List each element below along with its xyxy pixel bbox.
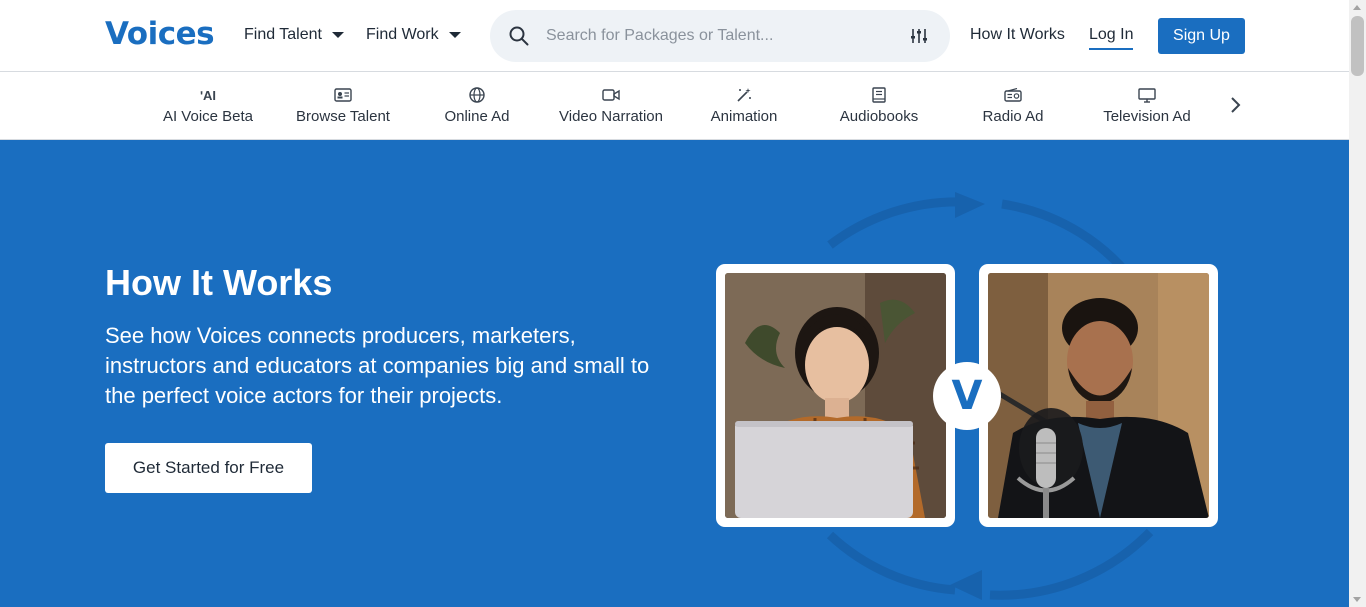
category-television-ad[interactable]: Television Ad xyxy=(1082,86,1212,125)
category-online-ad[interactable]: Online Ad xyxy=(412,86,542,125)
category-animation[interactable]: Animation xyxy=(679,86,809,125)
find-talent-label: Find Talent xyxy=(244,26,322,43)
globe-icon xyxy=(412,86,542,104)
magic-wand-icon xyxy=(679,86,809,104)
search-bar xyxy=(490,10,950,62)
category-label: Online Ad xyxy=(444,108,510,125)
top-nav: Voices Find Talent Find Work Search for … xyxy=(0,0,1349,72)
search-icon[interactable] xyxy=(509,26,529,51)
hero-title: How It Works xyxy=(105,262,333,303)
category-label: Animation xyxy=(710,108,778,125)
producer-photo-card xyxy=(716,264,955,527)
video-camera-icon xyxy=(546,86,676,104)
voices-logo[interactable]: Voices xyxy=(105,16,215,52)
category-label: Browse Talent xyxy=(296,108,390,125)
tv-icon xyxy=(1082,86,1212,104)
how-it-works-link[interactable]: How It Works xyxy=(970,26,1065,44)
category-label: Television Ad xyxy=(1103,108,1191,125)
hero-subtitle: See how Voices connects producers, marke… xyxy=(105,323,650,408)
find-work-dropdown[interactable]: Find Work xyxy=(366,26,461,44)
sign-up-button[interactable]: Sign Up xyxy=(1158,18,1245,54)
log-in-link[interactable]: Log In xyxy=(1089,26,1134,50)
id-card-icon xyxy=(278,86,408,104)
category-label: Audiobooks xyxy=(839,108,919,125)
find-work-label: Find Work xyxy=(366,26,439,43)
category-label: AI Voice Beta xyxy=(162,108,254,125)
vertical-scrollbar[interactable] xyxy=(1349,0,1366,607)
woman-laptop-photo xyxy=(725,273,946,518)
scroll-down-arrow-icon[interactable] xyxy=(1353,597,1361,602)
ai-icon: ʹAI xyxy=(199,87,217,103)
scrollbar-thumb[interactable] xyxy=(1351,16,1364,76)
voice-actor-photo-card xyxy=(979,264,1218,527)
scroll-up-arrow-icon[interactable] xyxy=(1353,5,1361,10)
category-audiobooks[interactable]: Audiobooks xyxy=(814,86,944,125)
find-talent-dropdown[interactable]: Find Talent xyxy=(244,26,344,44)
caret-down-icon xyxy=(448,32,461,38)
category-label: Radio Ad xyxy=(982,108,1044,125)
hero-section: How It Works See how Voices connects pro… xyxy=(0,140,1349,607)
caret-down-icon xyxy=(331,32,344,38)
page: Voices Find Talent Find Work Search for … xyxy=(0,0,1349,607)
category-video-narration[interactable]: Video Narration xyxy=(546,86,676,125)
category-label: Video Narration xyxy=(559,108,663,125)
category-bar: ʹAI AI Voice Beta Browse Talent Online A… xyxy=(0,72,1349,140)
search-input[interactable] xyxy=(546,10,886,62)
book-icon xyxy=(814,86,944,104)
voices-v-badge: V xyxy=(933,362,1001,430)
get-started-button[interactable]: Get Started for Free xyxy=(105,443,312,493)
category-radio-ad[interactable]: Radio Ad xyxy=(948,86,1078,125)
category-browse-talent[interactable]: Browse Talent xyxy=(278,86,408,125)
man-microphone-photo xyxy=(988,273,1209,518)
chevron-right-icon[interactable] xyxy=(1228,96,1242,119)
radio-icon xyxy=(948,86,1078,104)
category-ai-voice-beta[interactable]: ʹAI AI Voice Beta xyxy=(143,86,273,126)
filter-sliders-icon[interactable] xyxy=(910,27,928,50)
